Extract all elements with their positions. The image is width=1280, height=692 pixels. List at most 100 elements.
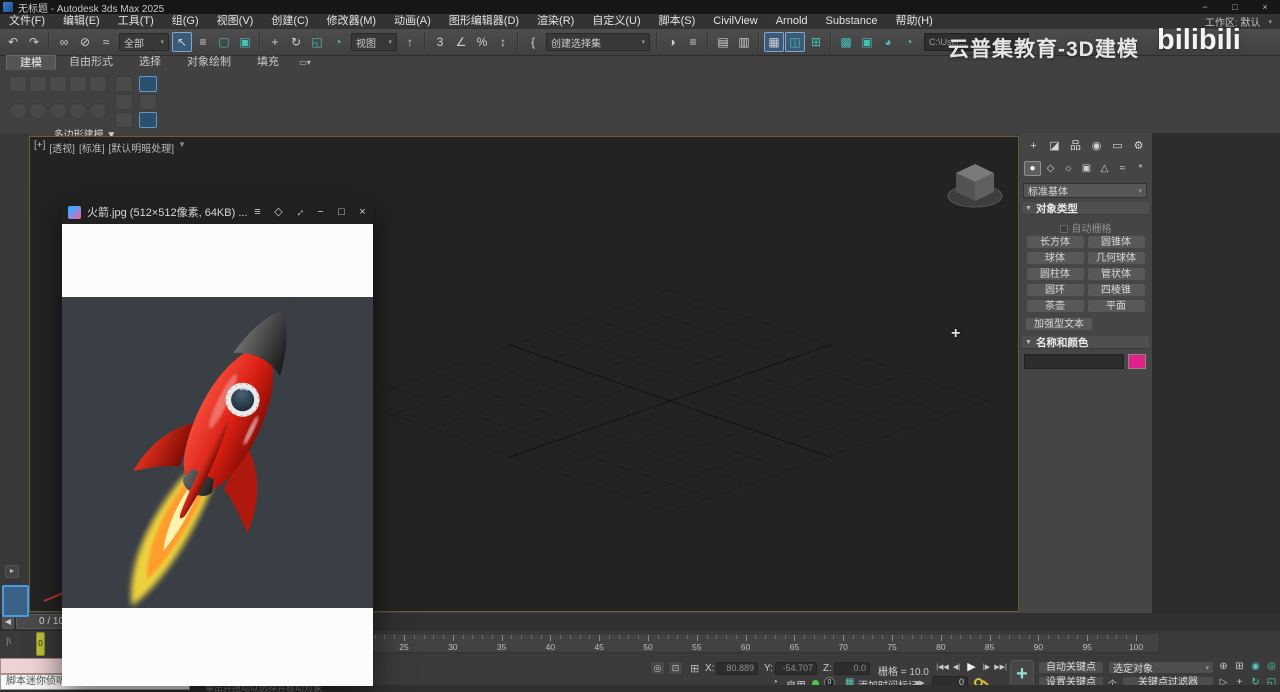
curve-editor-icon[interactable]: ◫ bbox=[785, 32, 805, 52]
docked-panel-tab[interactable] bbox=[2, 585, 29, 617]
window-crossing-icon[interactable]: ▣ bbox=[235, 32, 255, 52]
select-and-link-icon[interactable]: ∞ bbox=[54, 32, 74, 52]
app-close-button[interactable]: × bbox=[1250, 0, 1280, 14]
render-production-icon[interactable]: ◕ bbox=[878, 32, 898, 52]
primitive-button[interactable]: 圆柱体 bbox=[1026, 267, 1085, 281]
menu-item[interactable]: 动画(A) bbox=[385, 14, 440, 29]
ribbon-button[interactable] bbox=[115, 76, 133, 92]
next-frame-button[interactable]: |▶ bbox=[980, 660, 993, 675]
primitive-button[interactable]: 几何球体 bbox=[1087, 251, 1146, 265]
ribbon-button[interactable] bbox=[139, 94, 157, 110]
ribbon-button[interactable] bbox=[9, 103, 27, 119]
select-and-move-icon[interactable]: + bbox=[265, 32, 285, 52]
menu-item[interactable]: Substance bbox=[817, 14, 887, 29]
toggle-ribbon-icon[interactable]: ▦ bbox=[764, 32, 784, 52]
zoom-extents-all-icon[interactable]: ◎ bbox=[1264, 660, 1279, 674]
ribbon-button[interactable] bbox=[69, 103, 87, 119]
ribbon-button[interactable] bbox=[89, 76, 107, 92]
key-selection-dropdown[interactable]: 选定对象 ▾ bbox=[1108, 661, 1214, 674]
primitive-button[interactable]: 球体 bbox=[1026, 251, 1085, 265]
select-and-rotate-icon[interactable]: ↻ bbox=[286, 32, 306, 52]
ribbon-button[interactable] bbox=[115, 94, 133, 110]
app-restore-button[interactable]: □ bbox=[1220, 0, 1250, 14]
menu-item[interactable]: 自定义(U) bbox=[583, 14, 649, 29]
zoom-all-icon[interactable]: ⊞ bbox=[1232, 660, 1247, 674]
zoom-extents-icon[interactable]: ◉ bbox=[1248, 660, 1263, 674]
viewport-label[interactable]: [标准] bbox=[79, 140, 105, 155]
ribbon-tab[interactable]: 填充 bbox=[244, 55, 292, 70]
primitive-button[interactable]: 平面 bbox=[1087, 299, 1146, 313]
spacewarps-icon[interactable]: ≈ bbox=[1114, 161, 1131, 176]
select-object-icon[interactable]: ↖ bbox=[172, 32, 192, 52]
photo-viewer-window[interactable]: 火箭.jpg (512×512像素, 64KB) ... ≡◇↔−□× bbox=[62, 200, 373, 686]
selection-lock-icon[interactable]: ⊡ bbox=[668, 661, 683, 675]
primitive-button[interactable]: 管状体 bbox=[1087, 267, 1146, 281]
menu-item[interactable]: 工具(T) bbox=[109, 14, 163, 29]
ribbon-button[interactable] bbox=[89, 103, 107, 119]
angle-snap-icon[interactable]: ∠ bbox=[451, 32, 471, 52]
modify-tab-icon[interactable]: ◪ bbox=[1045, 139, 1064, 154]
menu-item[interactable]: 创建(C) bbox=[262, 14, 317, 29]
ribbon-button[interactable] bbox=[49, 76, 67, 92]
app-minimize-button[interactable]: − bbox=[1190, 0, 1220, 14]
bind-to-spacewarp-icon[interactable]: ≈ bbox=[96, 32, 116, 52]
play-button[interactable]: ▶ bbox=[964, 660, 979, 675]
chevron-down-icon[interactable]: ▼ bbox=[178, 140, 186, 155]
hierarchy-tab-icon[interactable]: 品 bbox=[1066, 139, 1085, 154]
zoom-icon[interactable]: ⊕ bbox=[1216, 660, 1231, 674]
x-coordinate-field[interactable]: 80.889 bbox=[716, 662, 758, 675]
schematic-view-icon[interactable]: ⊞ bbox=[806, 32, 826, 52]
viewport-label[interactable]: [透视] bbox=[49, 140, 75, 155]
snap-toggle-icon[interactable]: 3 bbox=[430, 32, 450, 52]
edit-named-sets-icon[interactable]: { bbox=[523, 32, 543, 52]
text-plus-button[interactable]: 加强型文本 bbox=[1025, 317, 1093, 331]
scene-explorer-icon[interactable]: ▤ bbox=[713, 32, 733, 52]
current-frame-marker[interactable]: 0 bbox=[36, 632, 45, 656]
rendered-frame-window-icon[interactable]: ▣ bbox=[857, 32, 877, 52]
helpers-icon[interactable]: △ bbox=[1096, 161, 1113, 176]
shapes-icon[interactable]: ◇ bbox=[1042, 161, 1059, 176]
primitive-button[interactable]: 圆环 bbox=[1026, 283, 1085, 297]
expand-panel-icon[interactable]: ► bbox=[5, 565, 19, 578]
y-coordinate-field[interactable]: -54.707 bbox=[775, 662, 817, 675]
primitive-button[interactable]: 四棱锥 bbox=[1087, 283, 1146, 297]
viewport-label[interactable]: [+] bbox=[34, 140, 45, 155]
menu-item[interactable]: 编辑(E) bbox=[54, 14, 109, 29]
select-by-name-icon[interactable]: ≡ bbox=[193, 32, 213, 52]
menu-item[interactable]: 文件(F) bbox=[0, 14, 54, 29]
unlink-selection-icon[interactable]: ⊘ bbox=[75, 32, 95, 52]
ribbon-tab[interactable]: 自由形式 bbox=[56, 55, 126, 70]
menu-item[interactable]: 脚本(S) bbox=[650, 14, 705, 29]
rect-selection-region-icon[interactable]: ▢ bbox=[214, 32, 234, 52]
go-to-start-button[interactable]: |◀◀ bbox=[936, 660, 949, 675]
select-and-scale-icon[interactable]: ◱ bbox=[307, 32, 327, 52]
primitive-button[interactable]: 圆锥体 bbox=[1087, 235, 1146, 249]
menu-item[interactable]: 渲染(R) bbox=[528, 14, 583, 29]
primitive-button[interactable]: 长方体 bbox=[1026, 235, 1085, 249]
motion-tab-icon[interactable]: ◉ bbox=[1087, 139, 1106, 154]
object-color-swatch[interactable] bbox=[1128, 354, 1146, 369]
ribbon-button[interactable] bbox=[29, 76, 47, 92]
layer-explorer-icon[interactable]: ▥ bbox=[734, 32, 754, 52]
geometry-icon[interactable]: ● bbox=[1024, 161, 1041, 176]
maximize-icon[interactable]: □ bbox=[331, 200, 352, 224]
utilities-tab-icon[interactable]: ⚙ bbox=[1129, 139, 1148, 154]
select-and-place-icon[interactable]: ◔ bbox=[328, 32, 348, 52]
view-cube[interactable] bbox=[942, 155, 1008, 211]
ribbon-button[interactable] bbox=[69, 76, 87, 92]
menu-item[interactable]: 图形编辑器(D) bbox=[440, 14, 528, 29]
auto-key-button[interactable]: 自动关键点 bbox=[1038, 661, 1104, 674]
primitive-button[interactable]: 茶壶 bbox=[1026, 299, 1085, 313]
systems-icon[interactable]: * bbox=[1132, 161, 1149, 176]
render-setup-icon[interactable]: ▩ bbox=[836, 32, 856, 52]
go-to-end-button[interactable]: ▶▶| bbox=[994, 660, 1007, 675]
window-menu-icon[interactable]: ≡ bbox=[247, 200, 268, 224]
ribbon-button[interactable] bbox=[139, 76, 157, 92]
mirror-icon[interactable]: ◑ bbox=[662, 32, 682, 52]
z-coordinate-field[interactable]: 0.0 bbox=[834, 662, 870, 675]
menu-item[interactable]: 视图(V) bbox=[208, 14, 263, 29]
spinner-snap-icon[interactable]: ↕ bbox=[493, 32, 513, 52]
photo-window-titlebar[interactable]: 火箭.jpg (512×512像素, 64KB) ... ≡◇↔−□× bbox=[62, 200, 373, 224]
use-pivot-center-icon[interactable]: ↑ bbox=[400, 32, 420, 52]
object-name-field[interactable] bbox=[1024, 354, 1124, 369]
